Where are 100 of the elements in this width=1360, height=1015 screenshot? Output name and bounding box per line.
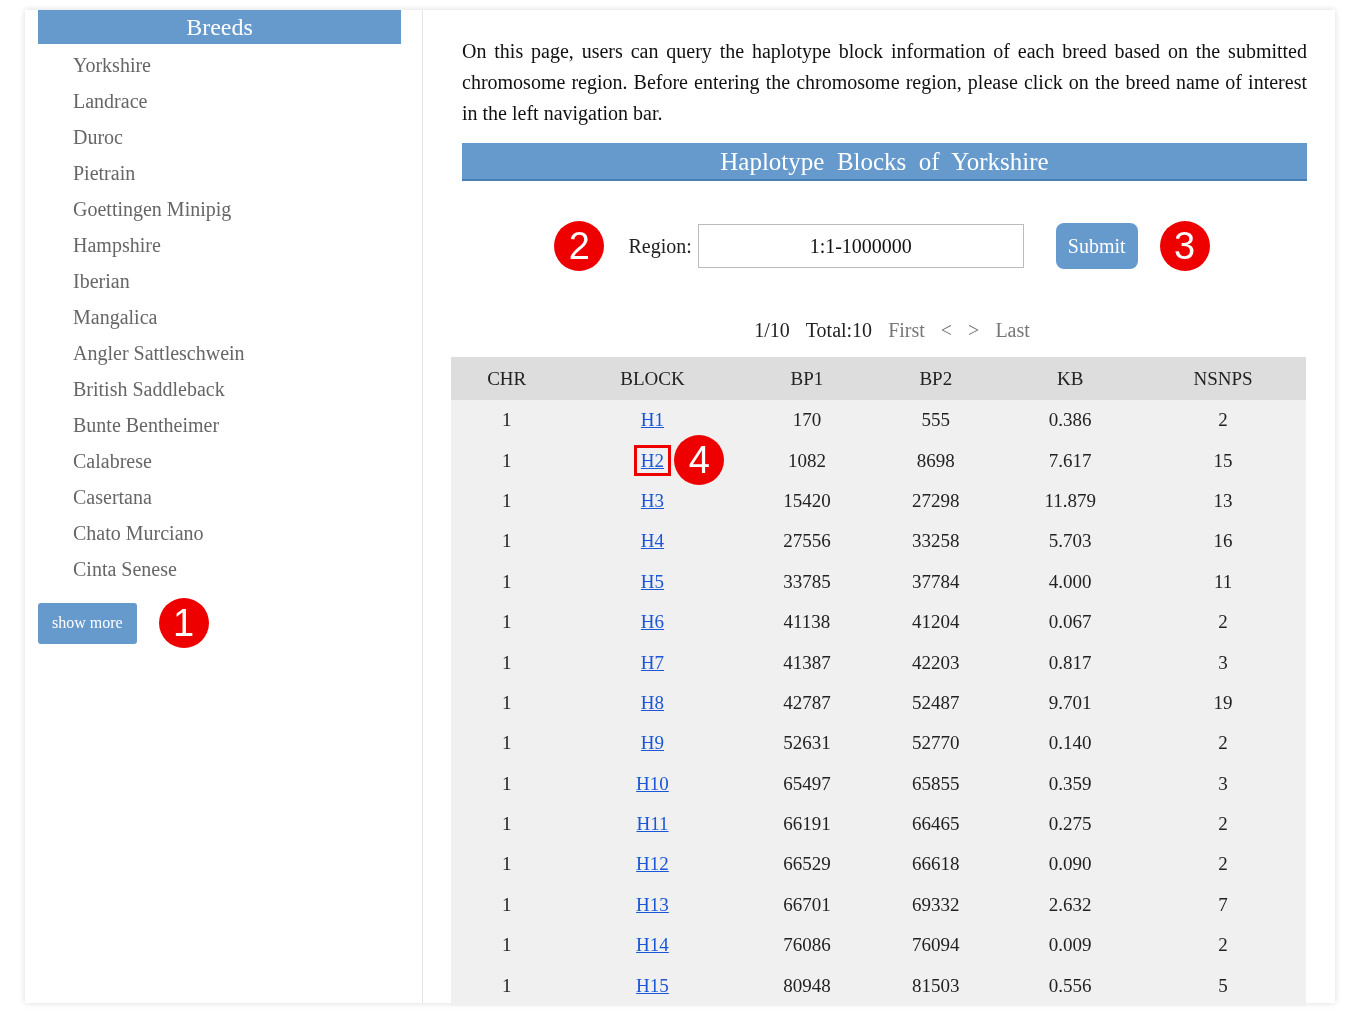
table-cell: 2 — [1218, 934, 1228, 956]
table-cell: 33785 — [783, 570, 831, 592]
table-cell: 1 — [501, 489, 512, 511]
table-cell: 555 — [921, 409, 951, 431]
total-count: Total:10 — [805, 318, 873, 342]
first-page-link[interactable]: First — [888, 318, 925, 342]
block-link[interactable]: H13 — [629, 888, 676, 920]
block-link[interactable]: H12 — [629, 848, 676, 880]
column-header: BLOCK — [562, 357, 743, 400]
table-cell: 2 — [1218, 853, 1228, 875]
breed-link[interactable]: Pietrain — [38, 152, 401, 188]
breed-link[interactable]: British Saddleback — [38, 368, 401, 404]
table-cell: 1 — [501, 530, 512, 552]
block-link[interactable]: H11 — [629, 808, 676, 840]
table-cell: 13 — [1213, 489, 1233, 511]
breed-link[interactable]: Chato Murciano — [38, 512, 401, 548]
block-link[interactable]: H14 — [629, 929, 676, 961]
block-link[interactable]: H2 — [633, 444, 672, 476]
table-cell: 52487 — [912, 691, 960, 713]
table-cell: 66191 — [783, 813, 831, 835]
table-cell: 80948 — [783, 974, 831, 996]
table-cell: 0.359 — [1048, 772, 1092, 794]
table-cell: 1 — [501, 732, 512, 754]
breed-link[interactable]: Yorkshire — [38, 44, 401, 80]
page-title: Haplotype Blocks of Yorkshire — [462, 143, 1307, 181]
table-cell: 42203 — [912, 651, 960, 673]
table-cell: 0.275 — [1048, 813, 1092, 835]
next-page-link[interactable]: > — [968, 318, 980, 342]
table-cell: 5 — [1218, 974, 1228, 996]
table-cell: 76086 — [783, 934, 831, 956]
table-cell: 1 — [501, 893, 512, 915]
previous-page-link[interactable]: < — [940, 318, 953, 342]
block-link[interactable]: H5 — [633, 565, 672, 597]
column-header: BP2 — [871, 357, 1001, 400]
table-cell: 81503 — [912, 974, 960, 996]
column-header: CHR — [451, 357, 563, 400]
table-cell: 7.617 — [1048, 449, 1092, 471]
breed-link[interactable]: Iberian — [38, 260, 401, 296]
table-cell: 27556 — [783, 530, 831, 552]
breed-link[interactable]: Mangalica — [38, 296, 401, 332]
block-link[interactable]: H8 — [633, 686, 672, 718]
block-link[interactable]: H7 — [633, 646, 672, 678]
step-marker: 4 — [674, 435, 725, 486]
table-cell: 8698 — [916, 449, 955, 471]
breed-link[interactable]: Goettingen Minipig — [38, 188, 401, 224]
table-cell: 76094 — [912, 934, 960, 956]
table-cell: 1 — [501, 772, 512, 794]
breed-link[interactable]: Cinta Senese — [38, 548, 401, 584]
table-cell: 2 — [1218, 813, 1228, 835]
breed-link[interactable]: Calabrese — [38, 440, 401, 476]
table-cell: 41204 — [912, 611, 960, 633]
breed-link[interactable]: Angler Sattleschwein — [38, 332, 401, 368]
table-cell: 0.067 — [1048, 611, 1092, 633]
table-cell: 1 — [501, 651, 512, 673]
table-cell: 0.090 — [1048, 853, 1092, 875]
last-page-link[interactable]: Last — [995, 318, 1030, 342]
table-cell: 2.632 — [1048, 893, 1092, 915]
table-cell: 11.879 — [1044, 489, 1096, 511]
column-header: NSNPS — [1140, 357, 1306, 400]
table-cell: 41138 — [783, 611, 831, 633]
show-more-button[interactable]: show more — [38, 602, 137, 644]
block-link[interactable]: H4 — [633, 525, 672, 557]
table-cell: 0.556 — [1048, 974, 1092, 996]
region-field[interactable]: 1:1-1000000 — [697, 224, 1024, 268]
table-cell: 1082 — [787, 449, 826, 471]
block-link[interactable]: H1 — [633, 404, 672, 436]
table-cell: 0.817 — [1048, 651, 1092, 673]
block-link[interactable]: H15 — [629, 969, 676, 1001]
table-cell: 3 — [1218, 651, 1228, 673]
block-link[interactable]: H10 — [629, 767, 676, 799]
table-cell: 15 — [1213, 449, 1233, 471]
submit-button[interactable]: Submit — [1055, 223, 1138, 269]
region-label: Region: — [628, 234, 692, 258]
block-link[interactable]: H6 — [633, 606, 672, 638]
table-cell: 65855 — [912, 772, 960, 794]
table-cell: 9.701 — [1048, 691, 1092, 713]
breed-link[interactable]: Duroc — [38, 116, 401, 152]
breed-link[interactable]: Hampshire — [38, 224, 401, 260]
table-cell: 19 — [1213, 691, 1233, 713]
breed-link[interactable]: Casertana — [38, 476, 401, 512]
table-cell: 1 — [501, 611, 512, 633]
breed-link[interactable]: Landrace — [38, 80, 401, 116]
table-cell: 1 — [501, 974, 512, 996]
table-cell: 4.000 — [1048, 570, 1092, 592]
table-cell: 1 — [501, 570, 512, 592]
page-indicator: 1/10 — [754, 318, 790, 342]
table-cell: 37784 — [912, 570, 960, 592]
step-marker: 3 — [1159, 221, 1210, 271]
block-link[interactable]: H9 — [633, 727, 672, 759]
table-cell: 0.140 — [1048, 732, 1092, 754]
table-cell: 66465 — [912, 813, 960, 835]
table-cell: 41387 — [783, 651, 831, 673]
column-header: BP1 — [742, 357, 872, 400]
breed-link[interactable]: Bunte Bentheimer — [38, 404, 401, 440]
block-link[interactable]: H3 — [633, 484, 672, 516]
table-cell: 1 — [501, 449, 512, 471]
column-header: KB — [1000, 357, 1141, 400]
table-cell: 66618 — [912, 853, 960, 875]
table-cell: 27298 — [912, 489, 960, 511]
table-cell: 1 — [501, 853, 512, 875]
